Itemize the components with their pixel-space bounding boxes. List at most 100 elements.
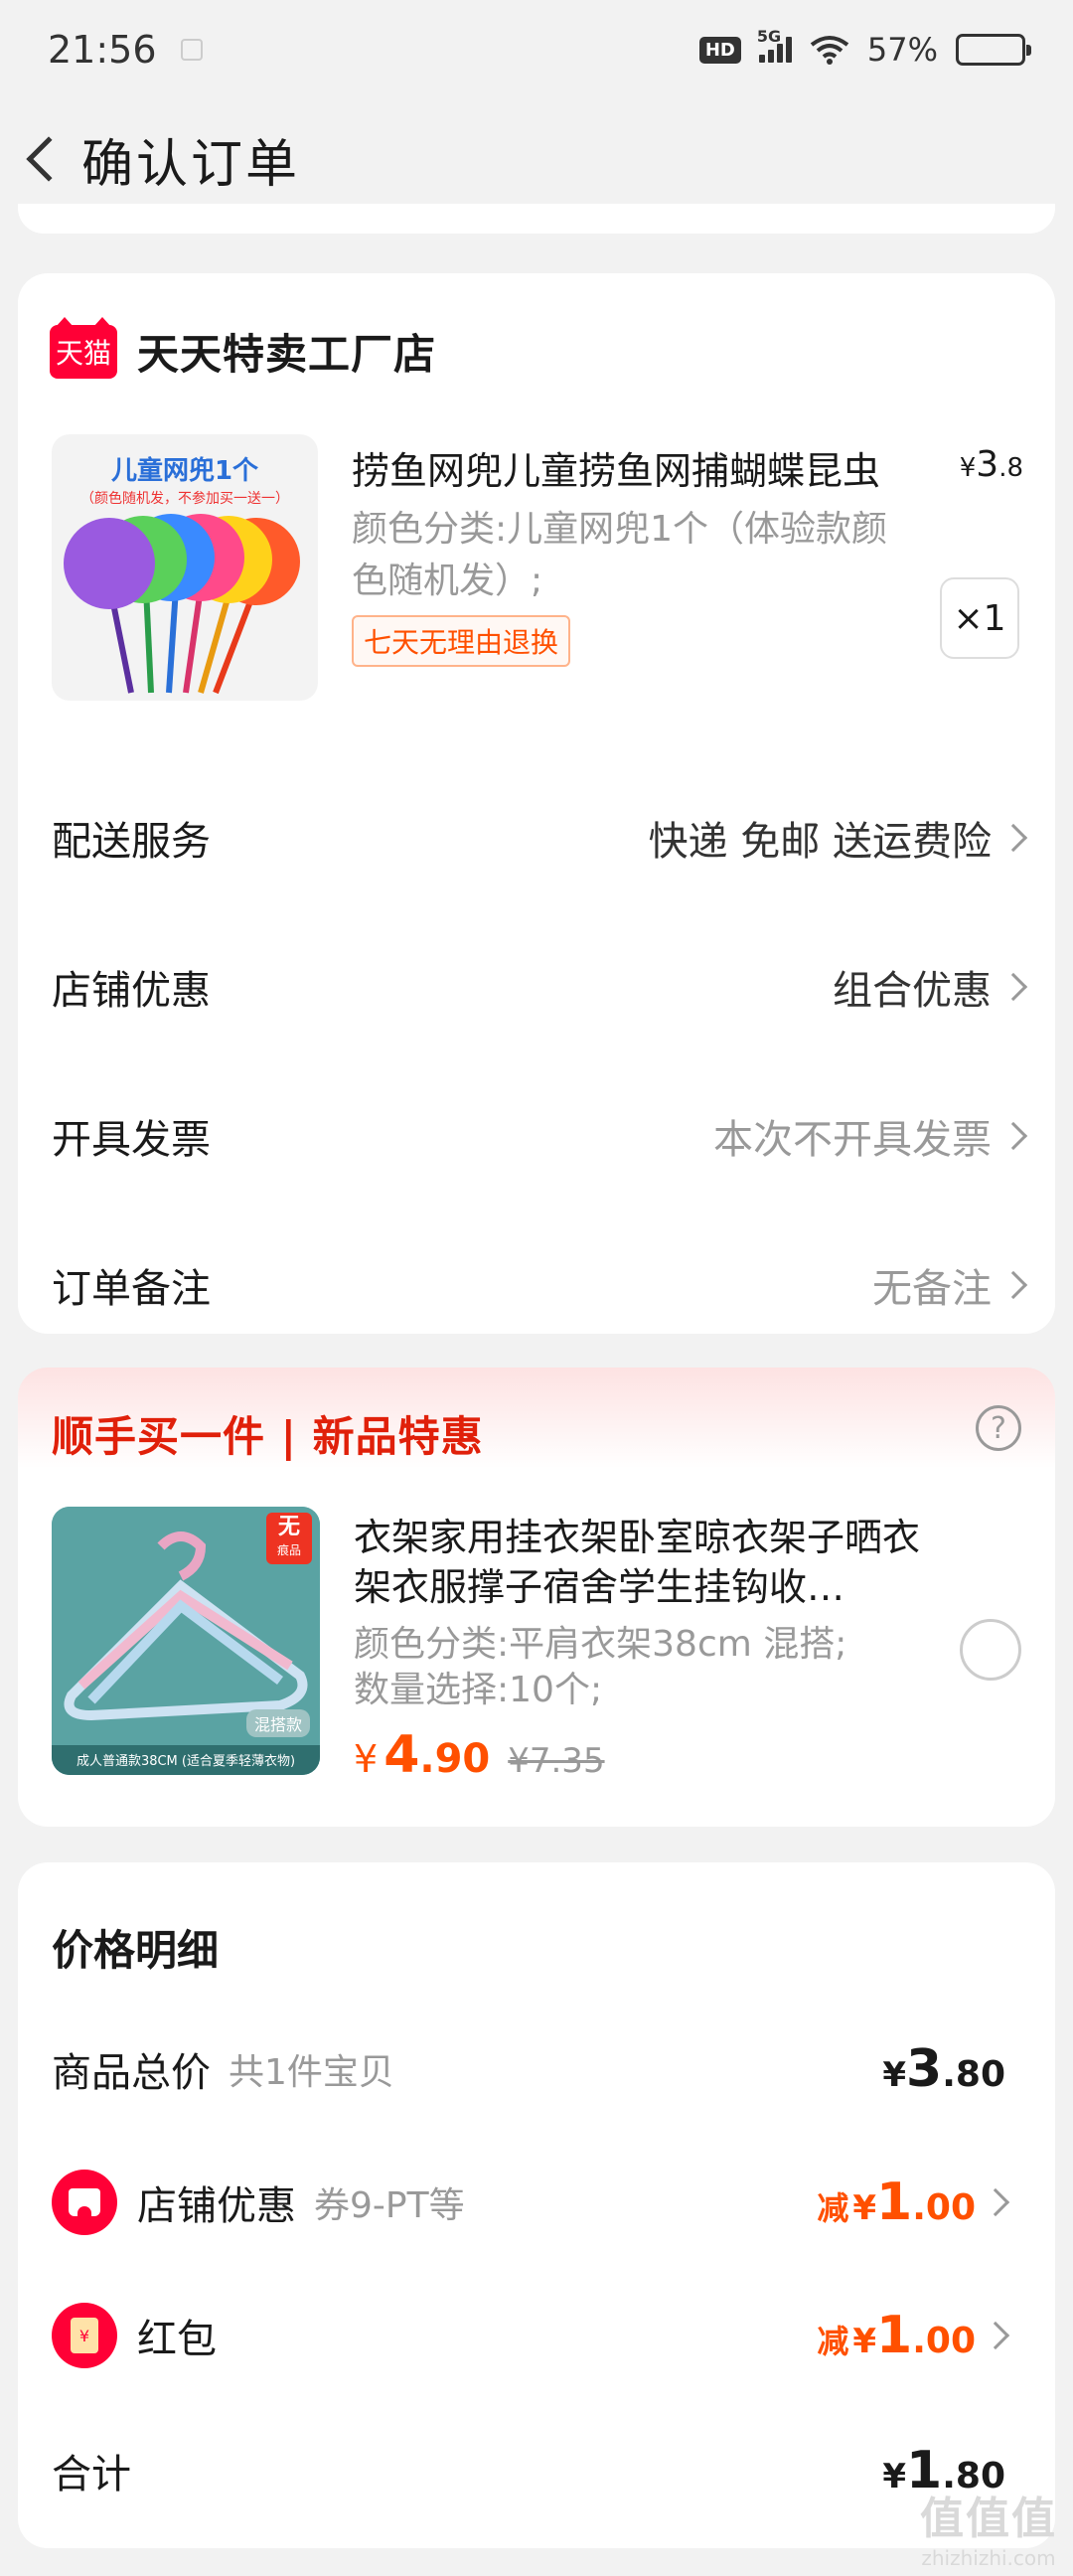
store-discount-value: 组合优惠 [833, 968, 992, 1014]
goods-total-dec: .80 [942, 2054, 1005, 2095]
product-price-symbol: ¥ [959, 453, 977, 483]
delivery-service-value: 快递 免邮 送运费险 [648, 819, 992, 865]
chevron-right-icon [998, 972, 1028, 1002]
return-policy-tag: 七天无理由退换 [352, 615, 571, 667]
product-price-dec: .8 [998, 453, 1023, 483]
notification-icon [180, 39, 203, 61]
store-order-card: 天猫 天天特卖工厂店 儿童网兜1个 （颜色随机发，不参加买一送一） 捞鱼网兜儿童… [18, 273, 1055, 1334]
status-time: 21:56 [48, 28, 157, 72]
tmall-logo: 天猫 [50, 316, 117, 379]
delivery-service-label: 配送服务 [52, 819, 211, 865]
store-discount-row[interactable]: 店铺优惠 组合优惠 [52, 947, 1028, 1027]
store-discount-int: 1 [876, 2173, 913, 2232]
store-discount-prefix: 减 [817, 2189, 849, 2227]
price-detail-card: 价格明细 商品总价 共1件宝贝 ¥3.80 店铺优惠 券9-PT等 减 ¥1.00… [18, 1862, 1055, 2548]
goods-total-count: 共1件宝贝 [229, 2052, 394, 2093]
order-note-row[interactable]: 订单备注 无备注 [52, 1245, 1028, 1325]
invoice-value: 本次不开具发票 [713, 1117, 992, 1163]
order-note-value: 无备注 [872, 1266, 992, 1312]
order-note-label: 订单备注 [52, 1266, 211, 1312]
goods-total-int: 3 [906, 2039, 943, 2099]
addon-image-tag: 混搭款 [245, 1709, 310, 1737]
goods-total-row: 商品总价 共1件宝贝 ¥3.80 [52, 2029, 1005, 2109]
battery-percent: 57% [866, 31, 938, 69]
addon-badge: 无 痕品 [266, 1513, 312, 1564]
addon-price-symbol: ¥ [354, 1737, 379, 1781]
store-discount-detail-row[interactable]: 店铺优惠 券9-PT等 减 ¥1.00 [52, 2163, 1010, 2242]
previous-card-edge [18, 204, 1055, 234]
red-packet-dec: .00 [912, 2321, 976, 2361]
goods-total-symbol: ¥ [882, 2055, 907, 2095]
red-packet-row[interactable]: ¥ 红包 减 ¥1.00 [52, 2296, 1010, 2375]
invoice-label: 开具发票 [52, 1117, 211, 1163]
product-title[interactable]: 捞鱼网兜儿童捞鱼网捕蝴蝶昆虫 [352, 440, 928, 495]
chevron-right-icon [998, 1121, 1028, 1151]
chevron-left-icon [26, 136, 72, 182]
status-bar: 21:56 HD 5G 57% [0, 0, 1073, 99]
quantity-button[interactable]: ×1 [940, 577, 1019, 659]
red-packet-prefix: 减 [817, 2323, 849, 2360]
store-icon [52, 2170, 117, 2235]
total-label: 合计 [52, 2452, 131, 2497]
header: 确认订单 [0, 99, 1073, 219]
addon-price-int: 4 [383, 1725, 420, 1785]
product-price-int: 3 [976, 444, 999, 485]
delivery-service-row[interactable]: 配送服务 快递 免邮 送运费险 [52, 798, 1028, 878]
store-discount-symbol: ¥ [852, 2188, 877, 2228]
addon-spec-line1: 颜色分类:平肩衣架38cm 混搭; [354, 1624, 847, 1665]
page-title: 确认订单 [81, 134, 301, 195]
battery-icon [956, 34, 1031, 66]
price-detail-title: 价格明细 [52, 1926, 220, 1975]
network-label: 5G [756, 27, 782, 46]
addon-title: 顺手买一件 | 新品特惠 [52, 1412, 484, 1461]
store-discount-label: 店铺优惠 [52, 968, 211, 1014]
red-packet-icon: ¥ [52, 2303, 117, 2368]
addon-spec-line2: 数量选择:10个; [354, 1670, 603, 1710]
help-icon[interactable]: ? [976, 1405, 1021, 1451]
chevron-right-icon [998, 1270, 1028, 1300]
product-spec[interactable]: 颜色分类:儿童网兜1个（体验款颜色随机发）; [352, 504, 908, 607]
addon-product-image[interactable]: 无 痕品 混搭款 成人普通款38CM (适合夏季轻薄衣物) [52, 1507, 320, 1775]
store-header[interactable]: 天猫 天天特卖工厂店 [50, 316, 437, 382]
addon-select-radio[interactable] [960, 1619, 1021, 1681]
goods-total-label: 商品总价 [52, 2050, 211, 2096]
goods-total-amount: ¥3.80 [882, 2039, 1005, 2099]
watermark-url: zhizhizhi.com [921, 2546, 1056, 2570]
red-packet-glyph: ¥ [71, 2318, 98, 2353]
wifi-icon [810, 36, 849, 65]
addon-badge-bottom: 痕品 [276, 1543, 301, 1557]
red-packet-amount: 减 ¥1.00 [817, 2306, 976, 2365]
store-discount-detail-label: 店铺优惠 [137, 2183, 296, 2229]
status-right: HD 5G 57% [698, 27, 1031, 69]
fishing-net-illustration [64, 514, 300, 695]
addon-card: 顺手买一件 | 新品特惠 ? 无 痕品 混搭款 成人普通款38CM (适合夏季轻… [18, 1368, 1055, 1827]
signal-icon: 5G [757, 27, 792, 63]
watermark-logo: 值值值 [920, 2494, 1057, 2544]
store-discount-amount: 减 ¥1.00 [817, 2173, 976, 2232]
chevron-right-icon [998, 823, 1028, 853]
total-symbol: ¥ [882, 2457, 907, 2496]
invoice-row[interactable]: 开具发票 本次不开具发票 [52, 1096, 1028, 1176]
total-row: 合计 ¥1.80 [52, 2431, 1005, 2510]
addon-price-dec: .90 [419, 1736, 491, 1782]
product-image[interactable]: 儿童网兜1个 （颜色随机发，不参加买一送一） [52, 434, 318, 701]
addon-product-spec: 颜色分类:平肩衣架38cm 混搭; 数量选择:10个; [354, 1622, 910, 1713]
back-button[interactable] [12, 119, 72, 199]
chevron-right-icon [981, 2187, 1010, 2217]
store-discount-coupon: 券9-PT等 [314, 2185, 465, 2226]
store-discount-dec: .00 [912, 2187, 976, 2228]
addon-badge-top: 无 [277, 1515, 300, 1539]
addon-product-name[interactable]: 衣架家用挂衣架卧室晾衣架子晒衣架衣服撑子宿舍学生挂钩收… [354, 1513, 950, 1612]
chevron-right-icon [981, 2321, 1010, 2350]
red-packet-int: 1 [876, 2306, 913, 2365]
watermark: 值值值 zhizhizhi.com [920, 2483, 1057, 2570]
hd-badge: HD [698, 36, 741, 64]
product-price: ¥3.8 [960, 444, 1023, 485]
addon-image-caption: 成人普通款38CM (适合夏季轻薄衣物) [76, 1754, 296, 1769]
addon-price: ¥4.90 ¥7.35 [354, 1725, 605, 1785]
red-packet-label: 红包 [137, 2317, 217, 2362]
red-packet-symbol: ¥ [852, 2322, 877, 2361]
addon-original-price: ¥7.35 [508, 1741, 605, 1781]
store-name: 天天特卖工厂店 [137, 330, 437, 379]
product-image-title: 儿童网兜1个 [110, 456, 259, 486]
